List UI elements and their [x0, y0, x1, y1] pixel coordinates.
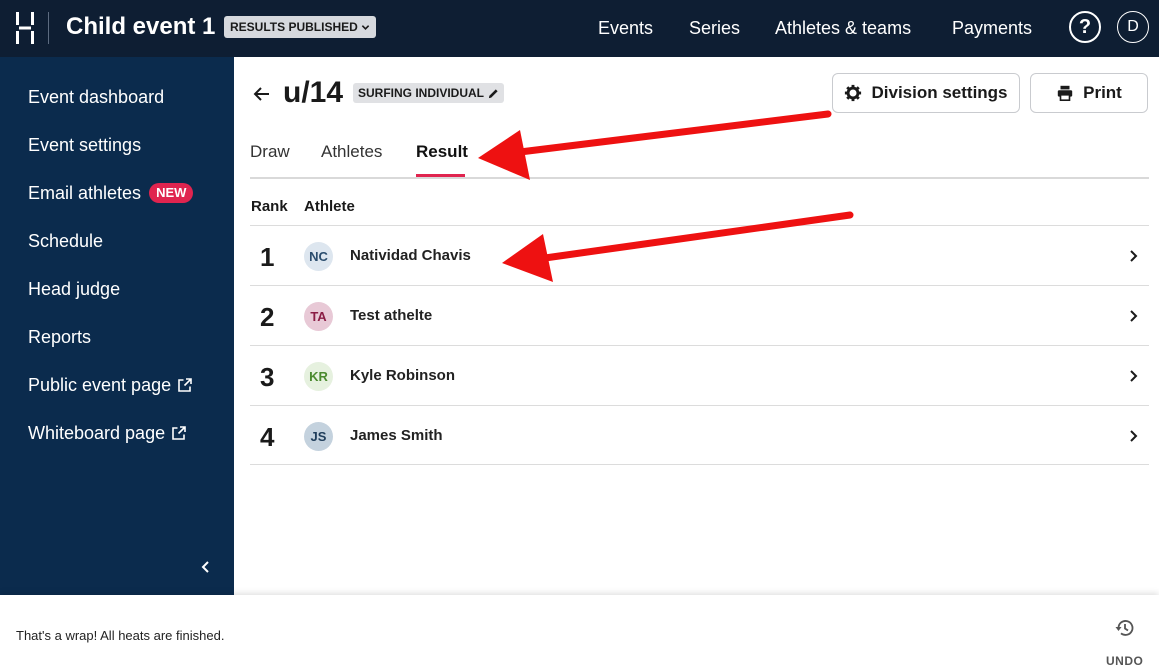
- chevron-right-icon: [1130, 310, 1138, 322]
- collapse-sidebar-icon[interactable]: [198, 557, 214, 577]
- table-row[interactable]: 3 KR Kyle Robinson: [250, 345, 1149, 405]
- back-arrow-icon[interactable]: [252, 84, 272, 104]
- tab-draw[interactable]: Draw: [250, 142, 290, 162]
- app-logo-icon[interactable]: [14, 12, 36, 44]
- athlete-avatar: TA: [304, 302, 333, 331]
- athlete-name: Test athelte: [350, 307, 433, 324]
- table-row[interactable]: 2 TA Test athelte: [250, 285, 1149, 345]
- division-settings-button[interactable]: Division settings: [832, 73, 1020, 113]
- sidebar-item-label: Schedule: [28, 231, 104, 251]
- tab-result[interactable]: Result: [416, 142, 468, 162]
- sidebar-item-email-athletes[interactable]: Email athletes NEW: [28, 182, 194, 204]
- logo-divider: [48, 12, 49, 44]
- new-badge: NEW: [149, 183, 194, 203]
- chevron-right-icon: [1130, 250, 1138, 262]
- athlete-avatar: JS: [304, 422, 333, 451]
- tab-athletes[interactable]: Athletes: [321, 142, 382, 162]
- nav-series[interactable]: Series: [689, 17, 740, 39]
- nav-events[interactable]: Events: [598, 17, 653, 39]
- division-settings-label: Division settings: [871, 83, 1008, 102]
- event-title: Child event 1: [66, 13, 216, 40]
- help-button[interactable]: ?: [1069, 11, 1101, 43]
- division-title: u/14: [283, 76, 344, 109]
- sidebar-item-whiteboard-page[interactable]: Whiteboard page: [28, 422, 187, 444]
- sidebar-item-label: Whiteboard page: [28, 423, 166, 443]
- nav-athletes-teams[interactable]: Athletes & teams: [775, 17, 911, 39]
- sidebar-item-label: Event dashboard: [28, 87, 165, 107]
- athlete-name: Natividad Chavis: [350, 247, 471, 264]
- sidebar-item-schedule[interactable]: Schedule: [28, 230, 103, 252]
- rank-value: 4: [260, 422, 275, 452]
- rank-value: 1: [260, 242, 275, 272]
- gear-icon: [845, 84, 862, 102]
- sidebar-item-public-event-page[interactable]: Public event page: [28, 374, 193, 396]
- external-link-icon: [172, 426, 186, 440]
- chevron-right-icon: [1130, 430, 1138, 442]
- user-avatar[interactable]: D: [1117, 11, 1149, 43]
- snackbar-message: That's a wrap! All heats are finished.: [16, 628, 225, 643]
- history-icon[interactable]: [1114, 617, 1136, 639]
- pencil-icon: [488, 88, 498, 98]
- tabs-divider: [250, 177, 1149, 179]
- snackbar: That's a wrap! All heats are finished. U…: [0, 595, 1159, 667]
- rank-value: 2: [260, 302, 275, 332]
- undo-button[interactable]: UNDO: [1106, 654, 1143, 667]
- sidebar-item-event-settings[interactable]: Event settings: [28, 134, 141, 156]
- status-dropdown[interactable]: RESULTS PUBLISHED: [224, 16, 376, 38]
- division-type-label: SURFING INDIVIDUAL: [358, 86, 484, 100]
- sidebar-item-reports[interactable]: Reports: [28, 326, 91, 348]
- athlete-name: James Smith: [350, 427, 443, 444]
- rank-value: 3: [260, 362, 275, 392]
- division-type-badge[interactable]: SURFING INDIVIDUAL: [353, 83, 504, 103]
- chevron-down-icon: [361, 24, 370, 30]
- sidebar-item-label: Reports: [28, 327, 92, 347]
- athlete-avatar: KR: [304, 362, 333, 391]
- nav-payments[interactable]: Payments: [952, 17, 1032, 39]
- athlete-avatar: NC: [304, 242, 333, 271]
- print-button[interactable]: Print: [1030, 73, 1148, 113]
- print-label: Print: [1083, 83, 1122, 102]
- top-bar: Child event 1 RESULTS PUBLISHED Events S…: [0, 0, 1159, 57]
- column-header-rank: Rank: [251, 198, 288, 215]
- sidebar-item-event-dashboard[interactable]: Event dashboard: [28, 86, 164, 108]
- column-header-athlete: Athlete: [304, 198, 355, 215]
- arrow-to-result-tab: [478, 110, 832, 180]
- printer-icon: [1057, 85, 1073, 102]
- table-row[interactable]: 4 JS James Smith: [250, 405, 1149, 465]
- status-label: RESULTS PUBLISHED: [230, 20, 358, 34]
- table-row[interactable]: 1 NC Natividad Chavis: [250, 225, 1149, 285]
- sidebar-item-label: Public event page: [28, 375, 172, 395]
- athlete-name: Kyle Robinson: [350, 367, 456, 384]
- sidebar: Event dashboard Event settings Email ath…: [0, 57, 234, 595]
- sidebar-item-head-judge[interactable]: Head judge: [28, 278, 120, 300]
- sidebar-item-label: Head judge: [28, 279, 121, 299]
- sidebar-item-label: Event settings: [28, 135, 142, 155]
- chevron-right-icon: [1130, 370, 1138, 382]
- external-link-icon: [178, 378, 192, 392]
- sidebar-item-label: Email athletes: [28, 183, 142, 203]
